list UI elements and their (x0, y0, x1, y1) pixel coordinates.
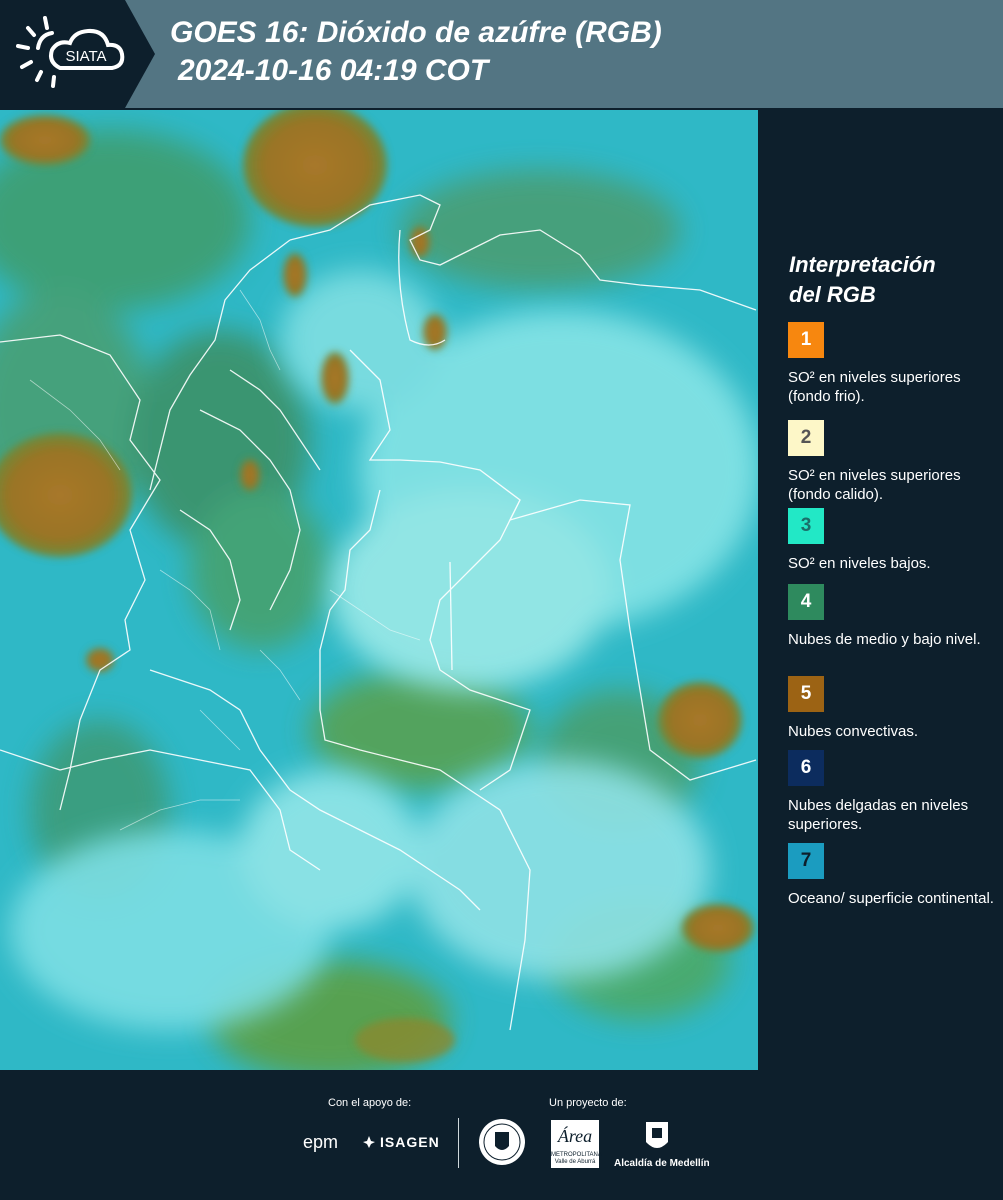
so2-rgb-image (0, 110, 758, 1070)
legend-item-text: SO² en niveles superiores (fondo calido)… (788, 467, 961, 503)
legend-title-line-1: Interpretación (789, 252, 936, 277)
legend-swatch: 5 (788, 676, 824, 712)
title-line-2: 2024-10-16 04:19 COT (178, 54, 489, 87)
epm-logo: epm (303, 1132, 339, 1152)
footer: Con el apoyo de: Un proyecto de: epm ISA… (0, 1070, 1003, 1200)
legend-item-text: Nubes delgadas en niveles superiores. (788, 797, 969, 833)
logo-text: SIATA (65, 48, 106, 65)
legend-swatch: 7 (788, 843, 824, 879)
legend-item-text: SO² en niveles bajos. (788, 555, 931, 572)
medellin-seal-icon (478, 1118, 526, 1166)
legend-swatch: 2 (788, 420, 824, 456)
area-logo-line-1: METROPOLITANA (551, 1152, 602, 1158)
legend-swatch: 3 (788, 508, 824, 544)
legend-item-3: 3 SO² en niveles bajos. (788, 508, 998, 573)
alcaldia-logo: Alcaldía de Medellín (614, 1158, 710, 1169)
isagen-logo: ISAGEN (380, 1134, 440, 1150)
legend-item-text: Nubes de medio y bajo nivel. (788, 631, 981, 648)
legend-item-5: 5 Nubes convectivas. (788, 676, 998, 741)
project-label: Un proyecto de: (549, 1097, 627, 1109)
legend-item-2: 2 SO² en niveles superiores (fondo calid… (788, 420, 998, 504)
area-logo-line-2: Valle de Aburrá (554, 1159, 596, 1165)
title-line-1: GOES 16: Dióxido de azúfre (RGB) (170, 16, 662, 49)
legend-swatch: 6 (788, 750, 824, 786)
siata-logo: SIATA (0, 0, 155, 108)
legend-item-text: Nubes convectivas. (788, 723, 919, 740)
legend-item-7: 7 Oceano/ superficie continental. (788, 843, 998, 908)
satellite-map (0, 110, 758, 1070)
legend-panel: Interpretación del RGB 1 SO² en niveles … (760, 110, 1003, 1070)
legend-item-text: Oceano/ superficie continental. (788, 890, 994, 907)
legend-swatch: 1 (788, 322, 824, 358)
alcaldia-shield-icon (644, 1120, 670, 1154)
sun-cloud-icon: SIATA (16, 16, 125, 88)
legend-title: Interpretación del RGB (789, 250, 936, 310)
footer-divider (458, 1118, 459, 1168)
isagen-icon (362, 1134, 376, 1148)
legend-item-4: 4 Nubes de medio y bajo nivel. (788, 584, 998, 649)
area-metropolitana-logo: Área METROPOLITANA Valle de Aburrá (551, 1120, 602, 1168)
support-label: Con el apoyo de: (328, 1097, 412, 1109)
legend-item-6: 6 Nubes delgadas en niveles superiores. (788, 750, 998, 834)
legend-title-line-2: del RGB (789, 282, 876, 307)
legend-item-text: SO² en niveles superiores (fondo frio). (788, 369, 961, 405)
header-bar: SIATA GOES 16: Dióxido de azúfre (RGB) 2… (0, 0, 1003, 108)
legend-item-1: 1 SO² en niveles superiores (fondo frio)… (788, 322, 998, 406)
area-logo-text: Área (557, 1126, 593, 1146)
legend-swatch: 4 (788, 584, 824, 620)
page-title: GOES 16: Dióxido de azúfre (RGB) 2024-10… (170, 14, 662, 90)
